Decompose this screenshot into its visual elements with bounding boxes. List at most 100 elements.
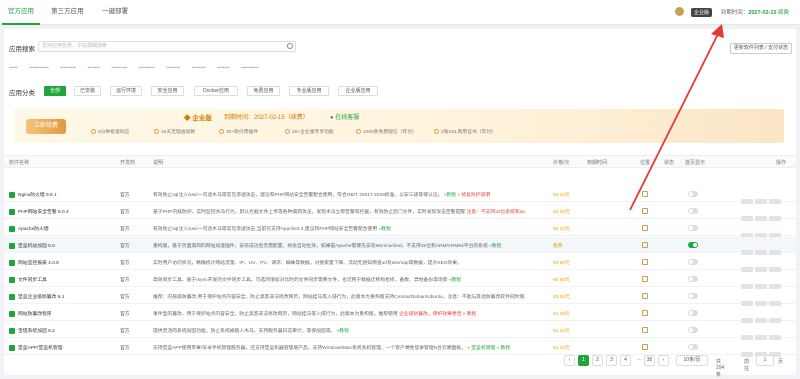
renew-now-button[interactable]: 立即续费 [26, 119, 66, 134]
page-3[interactable]: 3 [606, 355, 617, 366]
recent-app-placeholder[interactable]: ▪▪▪▪▪▪▪▪ [192, 65, 206, 71]
recent-app-placeholder[interactable]: ▪▪▪▪▪▪▪ [217, 65, 229, 71]
next-page-button[interactable]: › [658, 355, 669, 366]
plugin-name[interactable]: 网站防篡改程序 [9, 310, 117, 317]
folder-icon[interactable] [642, 208, 648, 214]
tab-third-party-apps[interactable]: 第三方应用 [45, 0, 90, 25]
row-actions[interactable] [741, 259, 785, 272]
table-row[interactable]: Apache防火墙 官方 有效防止sql注入/xss/一句话木马等常见渗透攻击,当前… [4, 220, 796, 238]
row-actions[interactable] [741, 242, 785, 255]
table-row[interactable]: 网站监控报表 4.0.5 官方 实时用户访问状况，精确统计网站流量、IP、UV、PV… [4, 254, 796, 272]
table-row[interactable]: 宝塔系统加固 6.2 官方 提供灵活的系统加固功能，防止系统被植入木马，支持服务器日… [4, 322, 796, 340]
tab-official-apps[interactable]: 官方应用 [2, 0, 40, 25]
folder-icon[interactable] [642, 259, 648, 265]
category-free[interactable]: 免费应用 [247, 86, 280, 96]
recent-app-placeholder[interactable]: ▪▪▪▪▪▪▪▪▪ [60, 65, 76, 71]
plugin-description: 支持堡垒APP使用苹果/安卓手机管理服务器，还支持堡垒机器管理版产品，支持Win… [153, 344, 525, 351]
category-all[interactable]: 全部 [44, 86, 66, 96]
table-row[interactable]: Nginx防火墙 9.6.1 官方 有效防止sql注入/xss/一句话木马等常见渗透… [4, 186, 796, 204]
refresh-list-button[interactable]: 更新软件列表 / 支付状态 [729, 43, 792, 54]
plugin-description: 基于PHP内核防护，实时监控木马行为，默认拦截文件上传等各种漏洞攻击，发现木马立… [153, 208, 525, 215]
recent-app-placeholder[interactable]: ▪▪▪▪▪▪▪▪▪▪ [241, 65, 259, 71]
per-page-select[interactable]: 10条/页 [676, 355, 708, 366]
folder-icon[interactable] [642, 293, 648, 299]
row-actions[interactable] [741, 276, 785, 289]
tab-one-click-deploy[interactable]: 一键部署 [96, 0, 134, 25]
recent-app-placeholder[interactable]: ▪▪▪▪▪ [9, 65, 18, 71]
category-docker[interactable]: Docker应用 [194, 86, 238, 96]
desc-note[interactable]: 注意：不支持32位系统和arm平台和PHP5.2 » 教程 [466, 210, 525, 215]
table-row[interactable]: 堡垒企业级防篡改 6.1 官方 推荐：内核级防篡改,用于保护站点内容安全，防止黑客非… [4, 288, 796, 306]
folder-icon[interactable] [642, 327, 648, 333]
row-actions[interactable] [741, 327, 785, 340]
category-installed[interactable]: 已安装 [74, 86, 101, 96]
plugin-name[interactable]: Nginx防火墙 9.6.1 [9, 191, 117, 198]
category-runtime[interactable]: 运行环境 [110, 86, 142, 96]
plugin-name[interactable]: Apache防火墙 [9, 225, 117, 232]
row-actions[interactable] [741, 225, 785, 238]
goto-page-input[interactable]: 1 [756, 355, 774, 366]
plugin-name[interactable]: 堡垒APP/堡垒机管理 [9, 344, 117, 351]
row-actions[interactable] [741, 310, 785, 323]
homepage-display-toggle[interactable] [688, 344, 698, 350]
tutorial-link[interactable]: »教程 [489, 244, 501, 249]
table-row[interactable]: PHP网站安全告警 8.0.4 官方 基于PHP内核防护，实时监控木马行为，默认拦截… [4, 203, 796, 221]
tutorial-link[interactable]: »教程 [444, 193, 456, 198]
folder-icon[interactable] [642, 191, 648, 197]
homepage-display-toggle[interactable] [688, 327, 698, 333]
action-button[interactable] [741, 352, 753, 357]
homepage-display-toggle[interactable] [688, 310, 698, 316]
category-enterprise[interactable]: 企业版应用 [338, 86, 378, 96]
table-row[interactable]: 堡垒APP/堡垒机管理 官方 支持堡垒APP使用苹果/安卓手机管理服务器，还支持堡垒… [4, 339, 796, 357]
folder-icon[interactable] [642, 242, 648, 248]
folder-icon[interactable] [642, 310, 648, 316]
recent-app-placeholder[interactable]: ▪▪▪▪▪▪▪▪▪▪▪ [29, 65, 49, 71]
recent-app-placeholder[interactable]: ▪▪▪▪▪▪▪▪ [166, 65, 180, 71]
folder-icon[interactable] [642, 344, 648, 350]
category-pro[interactable]: 专业版应用 [289, 86, 329, 96]
table-row[interactable]: 堡垒机站加固 5.0 官方 重构版，基于页面漏洞的网站加速插件，安装成功后无需配置，… [4, 237, 796, 255]
recent-app-placeholder[interactable]: ▪▪▪▪▪▪▪▪▪ [139, 65, 155, 71]
table-row[interactable]: 文件同步工具 官方 高效同步工具，基于rsync开发的文件同步工具，可选的增加对比时… [4, 271, 796, 289]
search-icon[interactable] [287, 43, 293, 49]
feature-text: 20+企业版专享功能 [292, 130, 334, 135]
plugin-name[interactable]: 堡垒机站加固 5.0 [9, 242, 117, 249]
row-actions[interactable] [741, 191, 785, 204]
tutorial-link[interactable]: »教程 [449, 278, 461, 283]
tutorial-link[interactable]: »教程 [337, 329, 349, 334]
search-input[interactable]: 支持应用名称、字段模糊搜索 [38, 41, 296, 52]
homepage-display-toggle[interactable] [688, 242, 698, 248]
homepage-display-toggle[interactable] [688, 208, 698, 214]
homepage-display-toggle[interactable] [688, 191, 698, 197]
tutorial-link[interactable]: »教程 [379, 227, 391, 232]
page-1[interactable]: 1 [578, 355, 589, 366]
renew-link[interactable]: 续费 [778, 10, 789, 16]
plugin-name[interactable]: 堡垒企业级防篡改 6.1 [9, 293, 117, 300]
recent-app-placeholder[interactable]: ▪▪▪▪▪▪▪▪▪ [111, 65, 127, 71]
folder-icon[interactable] [642, 276, 648, 282]
row-actions[interactable] [741, 293, 785, 306]
homepage-display-toggle[interactable] [688, 293, 698, 299]
homepage-display-toggle[interactable] [688, 225, 698, 231]
homepage-display-toggle[interactable] [688, 276, 698, 282]
plugin-name[interactable]: PHP网站安全告警 8.0.4 [9, 208, 117, 215]
recent-app-placeholder[interactable]: ▪▪▪▪▪▪▪ [88, 65, 100, 71]
plugin-name[interactable]: 网站监控报表 4.0.5 [9, 259, 117, 266]
category-security[interactable]: 安全应用 [151, 86, 184, 96]
plugin-name[interactable]: 文件同步工具 [9, 276, 117, 283]
row-actions[interactable] [741, 344, 785, 357]
plugin-name[interactable]: 宝塔系统加固 6.2 [9, 327, 117, 334]
desc-note[interactable]: » 修复防护说明 [457, 193, 490, 198]
page-2[interactable]: 2 [592, 355, 603, 366]
online-service-link[interactable]: ● 在线客服 [330, 112, 359, 121]
row-actions[interactable] [741, 208, 785, 221]
homepage-display-toggle[interactable] [688, 259, 698, 265]
desc-note[interactable]: 企业级防篡改，保护效果更佳 » 教程 [399, 312, 476, 317]
folder-icon[interactable] [642, 225, 648, 231]
page-30[interactable]: 30 [644, 355, 655, 366]
tutorial-link[interactable]: » 堡垒机管理 » 教程 [467, 346, 510, 351]
feature-text: 5分钟极速响应 [98, 130, 130, 135]
prev-page-button[interactable]: ‹ [564, 355, 575, 366]
page-4[interactable]: 4 [620, 355, 631, 366]
table-row[interactable]: 网站防篡改程序 官方 事件型的篡改，用于保护站点内容安全，防止黑客非法修改网页，网站… [4, 305, 796, 323]
